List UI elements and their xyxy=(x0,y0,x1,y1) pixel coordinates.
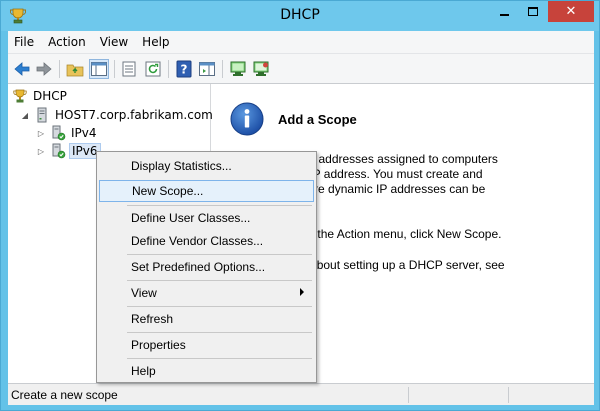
menu-view[interactable]: View xyxy=(94,31,134,53)
toolbar-separator xyxy=(114,60,115,78)
svg-text:?: ? xyxy=(181,63,188,77)
export-list-button[interactable] xyxy=(119,59,139,79)
tree-item-server[interactable]: ◢ HOST7.corp.fabrikam.com xyxy=(20,105,215,125)
menu-separator xyxy=(127,254,312,255)
menu-item-set-predefined-options[interactable]: Set Predefined Options... xyxy=(99,256,314,278)
help-icon: ? xyxy=(176,60,192,78)
menu-item-display-statistics[interactable]: Display Statistics... xyxy=(99,155,314,177)
close-button[interactable]: ✕ xyxy=(548,1,594,22)
menu-action[interactable]: Action xyxy=(42,31,92,53)
minimize-icon xyxy=(499,13,509,16)
tree-item-ipv4[interactable]: ▷ IPv4 xyxy=(36,123,99,143)
back-button[interactable] xyxy=(12,59,32,79)
tree-item-ipv6[interactable]: ▷ IPv6 xyxy=(36,141,101,161)
show-hide-tree-icon xyxy=(91,62,107,76)
computer-inactive-icon xyxy=(253,61,269,76)
toolbar-separator xyxy=(168,60,169,78)
menu-item-define-vendor-classes[interactable]: Define Vendor Classes... xyxy=(99,230,314,252)
refresh-icon xyxy=(145,61,161,77)
dhcp-trophy-icon xyxy=(13,89,27,103)
tree-item-dhcp[interactable]: DHCP xyxy=(12,86,69,106)
action-pane-icon xyxy=(199,62,215,76)
menu-separator xyxy=(127,358,312,359)
back-icon xyxy=(14,62,30,76)
up-folder-icon xyxy=(66,64,84,77)
computer-active-icon xyxy=(230,61,246,76)
authorize-server-button[interactable] xyxy=(228,59,248,79)
menu-separator xyxy=(127,205,312,206)
detail-title: Add a Scope xyxy=(278,112,357,127)
menu-item-help[interactable]: Help xyxy=(99,360,314,382)
menu-help[interactable]: Help xyxy=(136,31,175,53)
forward-button[interactable] xyxy=(34,59,54,79)
maximize-button[interactable] xyxy=(519,1,547,22)
tree-label: IPv4 xyxy=(71,126,97,140)
menu-item-label: View xyxy=(131,286,157,300)
collapse-arrow-icon[interactable]: ◢ xyxy=(20,110,30,120)
ipv4-server-icon xyxy=(52,125,66,141)
info-icon xyxy=(230,102,264,136)
menu-file[interactable]: File xyxy=(8,31,40,53)
menu-bar: File Action View Help xyxy=(8,31,594,53)
menu-item-define-user-classes[interactable]: Define User Classes... xyxy=(99,207,314,229)
menu-item-view[interactable]: View xyxy=(99,282,314,304)
show-hide-tree-button[interactable] xyxy=(89,59,109,79)
ipv6-server-icon xyxy=(52,143,66,159)
export-list-icon xyxy=(122,61,136,77)
dhcp-window: DHCP ✕ File Action View Help ? DHCP ◢ HO… xyxy=(0,0,600,411)
tree-label: HOST7.corp.fabrikam.com xyxy=(55,108,213,122)
status-bar: Create a new scope xyxy=(8,383,594,405)
maximize-icon xyxy=(528,7,538,16)
toolbar-separator xyxy=(59,60,60,78)
status-text: Create a new scope xyxy=(11,388,118,402)
unauthorize-server-button[interactable] xyxy=(251,59,271,79)
submenu-arrow-icon xyxy=(300,288,304,296)
forward-icon xyxy=(36,62,52,76)
title-bar[interactable]: DHCP ✕ xyxy=(1,1,599,31)
up-folder-button[interactable] xyxy=(65,59,85,79)
status-divider xyxy=(408,387,409,403)
close-icon: ✕ xyxy=(565,4,577,19)
tree-label: DHCP xyxy=(33,89,67,103)
menu-item-refresh[interactable]: Refresh xyxy=(99,308,314,330)
menu-separator xyxy=(127,306,312,307)
toolbar-separator xyxy=(222,60,223,78)
minimize-button[interactable] xyxy=(490,1,518,22)
server-icon xyxy=(37,107,47,123)
menu-separator xyxy=(127,280,312,281)
expand-arrow-icon[interactable]: ▷ xyxy=(36,128,46,138)
action-pane-button[interactable] xyxy=(197,59,217,79)
context-menu: Display Statistics... New Scope... Defin… xyxy=(96,151,317,383)
menu-item-new-scope[interactable]: New Scope... xyxy=(99,180,314,202)
refresh-button[interactable] xyxy=(143,59,163,79)
menu-item-properties[interactable]: Properties xyxy=(99,334,314,356)
expand-arrow-icon[interactable]: ▷ xyxy=(36,146,46,156)
status-divider xyxy=(508,387,509,403)
menu-separator xyxy=(127,332,312,333)
help-button[interactable]: ? xyxy=(174,59,194,79)
toolbar: ? xyxy=(8,53,594,83)
